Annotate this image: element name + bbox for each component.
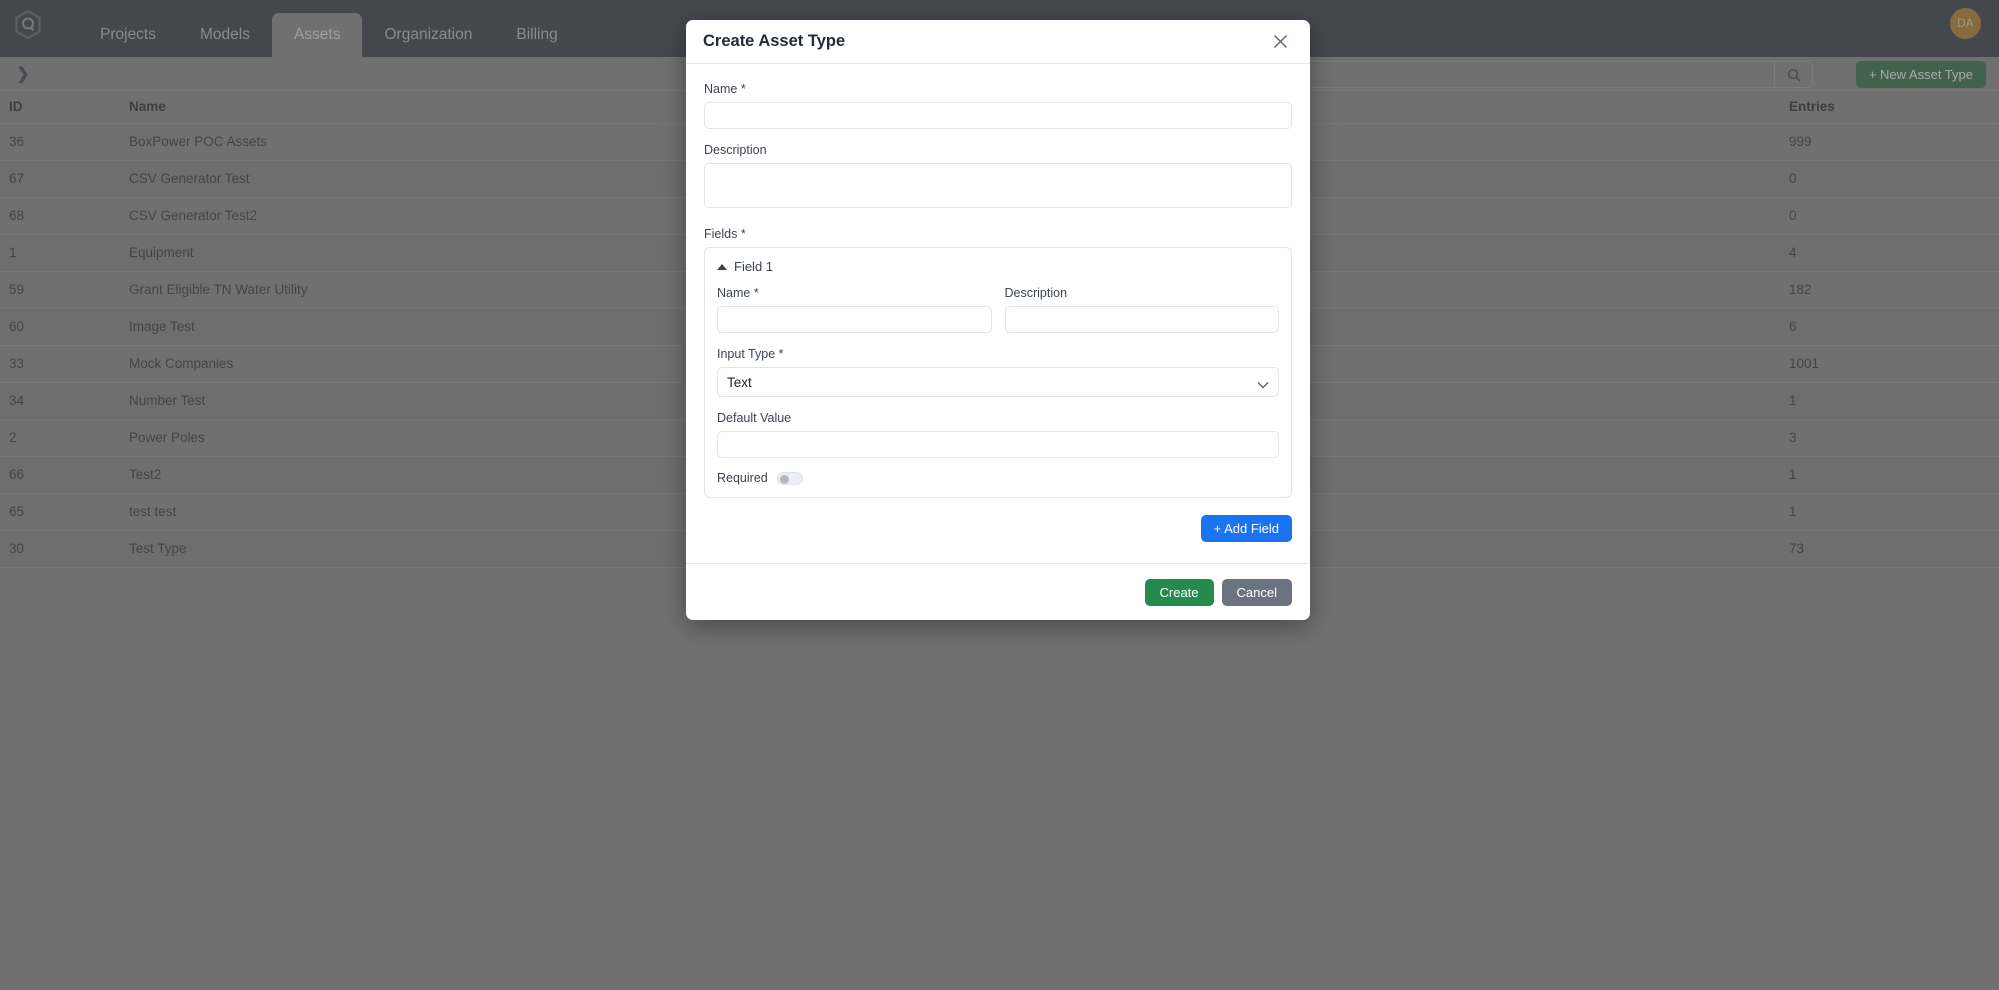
field-1-default-value-label: Default Value <box>717 411 792 425</box>
modal-header: Create Asset Type <box>686 20 1310 64</box>
modal-title: Create Asset Type <box>703 32 846 50</box>
field-1-description-group: Description <box>1004 286 1279 333</box>
close-icon[interactable] <box>1268 30 1292 54</box>
asset-name-input[interactable] <box>704 102 1292 129</box>
modal-body: Name * Description Fields * Field 1 Name… <box>686 64 1310 563</box>
create-asset-type-modal: Create Asset Type Name * Description Fie… <box>686 20 1310 620</box>
field-1-collapse-toggle[interactable]: Field 1 <box>717 259 1279 274</box>
triangle-up-icon <box>717 263 727 270</box>
field-1-required-label: Required <box>717 471 768 485</box>
field-1-name-input[interactable] <box>717 306 992 333</box>
toggle-knob <box>779 474 789 484</box>
field-1-input-type-select-wrap: Text <box>717 367 1279 397</box>
close-x-glyph <box>1273 35 1287 48</box>
field-1-required-row: Required <box>717 471 1279 485</box>
field-1-name-description-row: Name * Description <box>717 286 1279 333</box>
field-1-description-label: Description <box>1004 286 1068 300</box>
add-field-row: + Add Field <box>704 515 1292 542</box>
app-root: Projects Models Assets Organization Bill… <box>0 0 1999 990</box>
add-field-button[interactable]: + Add Field <box>1200 515 1292 542</box>
fields-section-label: Fields * <box>704 227 746 241</box>
asset-name-label: Name * <box>704 82 746 96</box>
cancel-button[interactable]: Cancel <box>1221 578 1292 606</box>
modal-footer: Create Cancel <box>686 563 1310 620</box>
field-1-name-group: Name * <box>717 286 992 333</box>
field-1-input-type-label: Input Type * <box>717 347 784 361</box>
create-button[interactable]: Create <box>1144 578 1214 606</box>
field-card-1: Field 1 Name * Description Input Type * <box>704 247 1292 498</box>
asset-description-textarea[interactable] <box>704 163 1292 208</box>
field-1-required-toggle[interactable] <box>776 471 803 485</box>
field-1-name-label: Name * <box>717 286 759 300</box>
field-1-description-input[interactable] <box>1004 306 1279 333</box>
field-1-input-type-select[interactable]: Text <box>717 367 1279 397</box>
field-1-default-value-input[interactable] <box>717 431 1279 458</box>
asset-description-label: Description <box>704 143 767 157</box>
field-1-header-label: Field 1 <box>734 259 774 274</box>
